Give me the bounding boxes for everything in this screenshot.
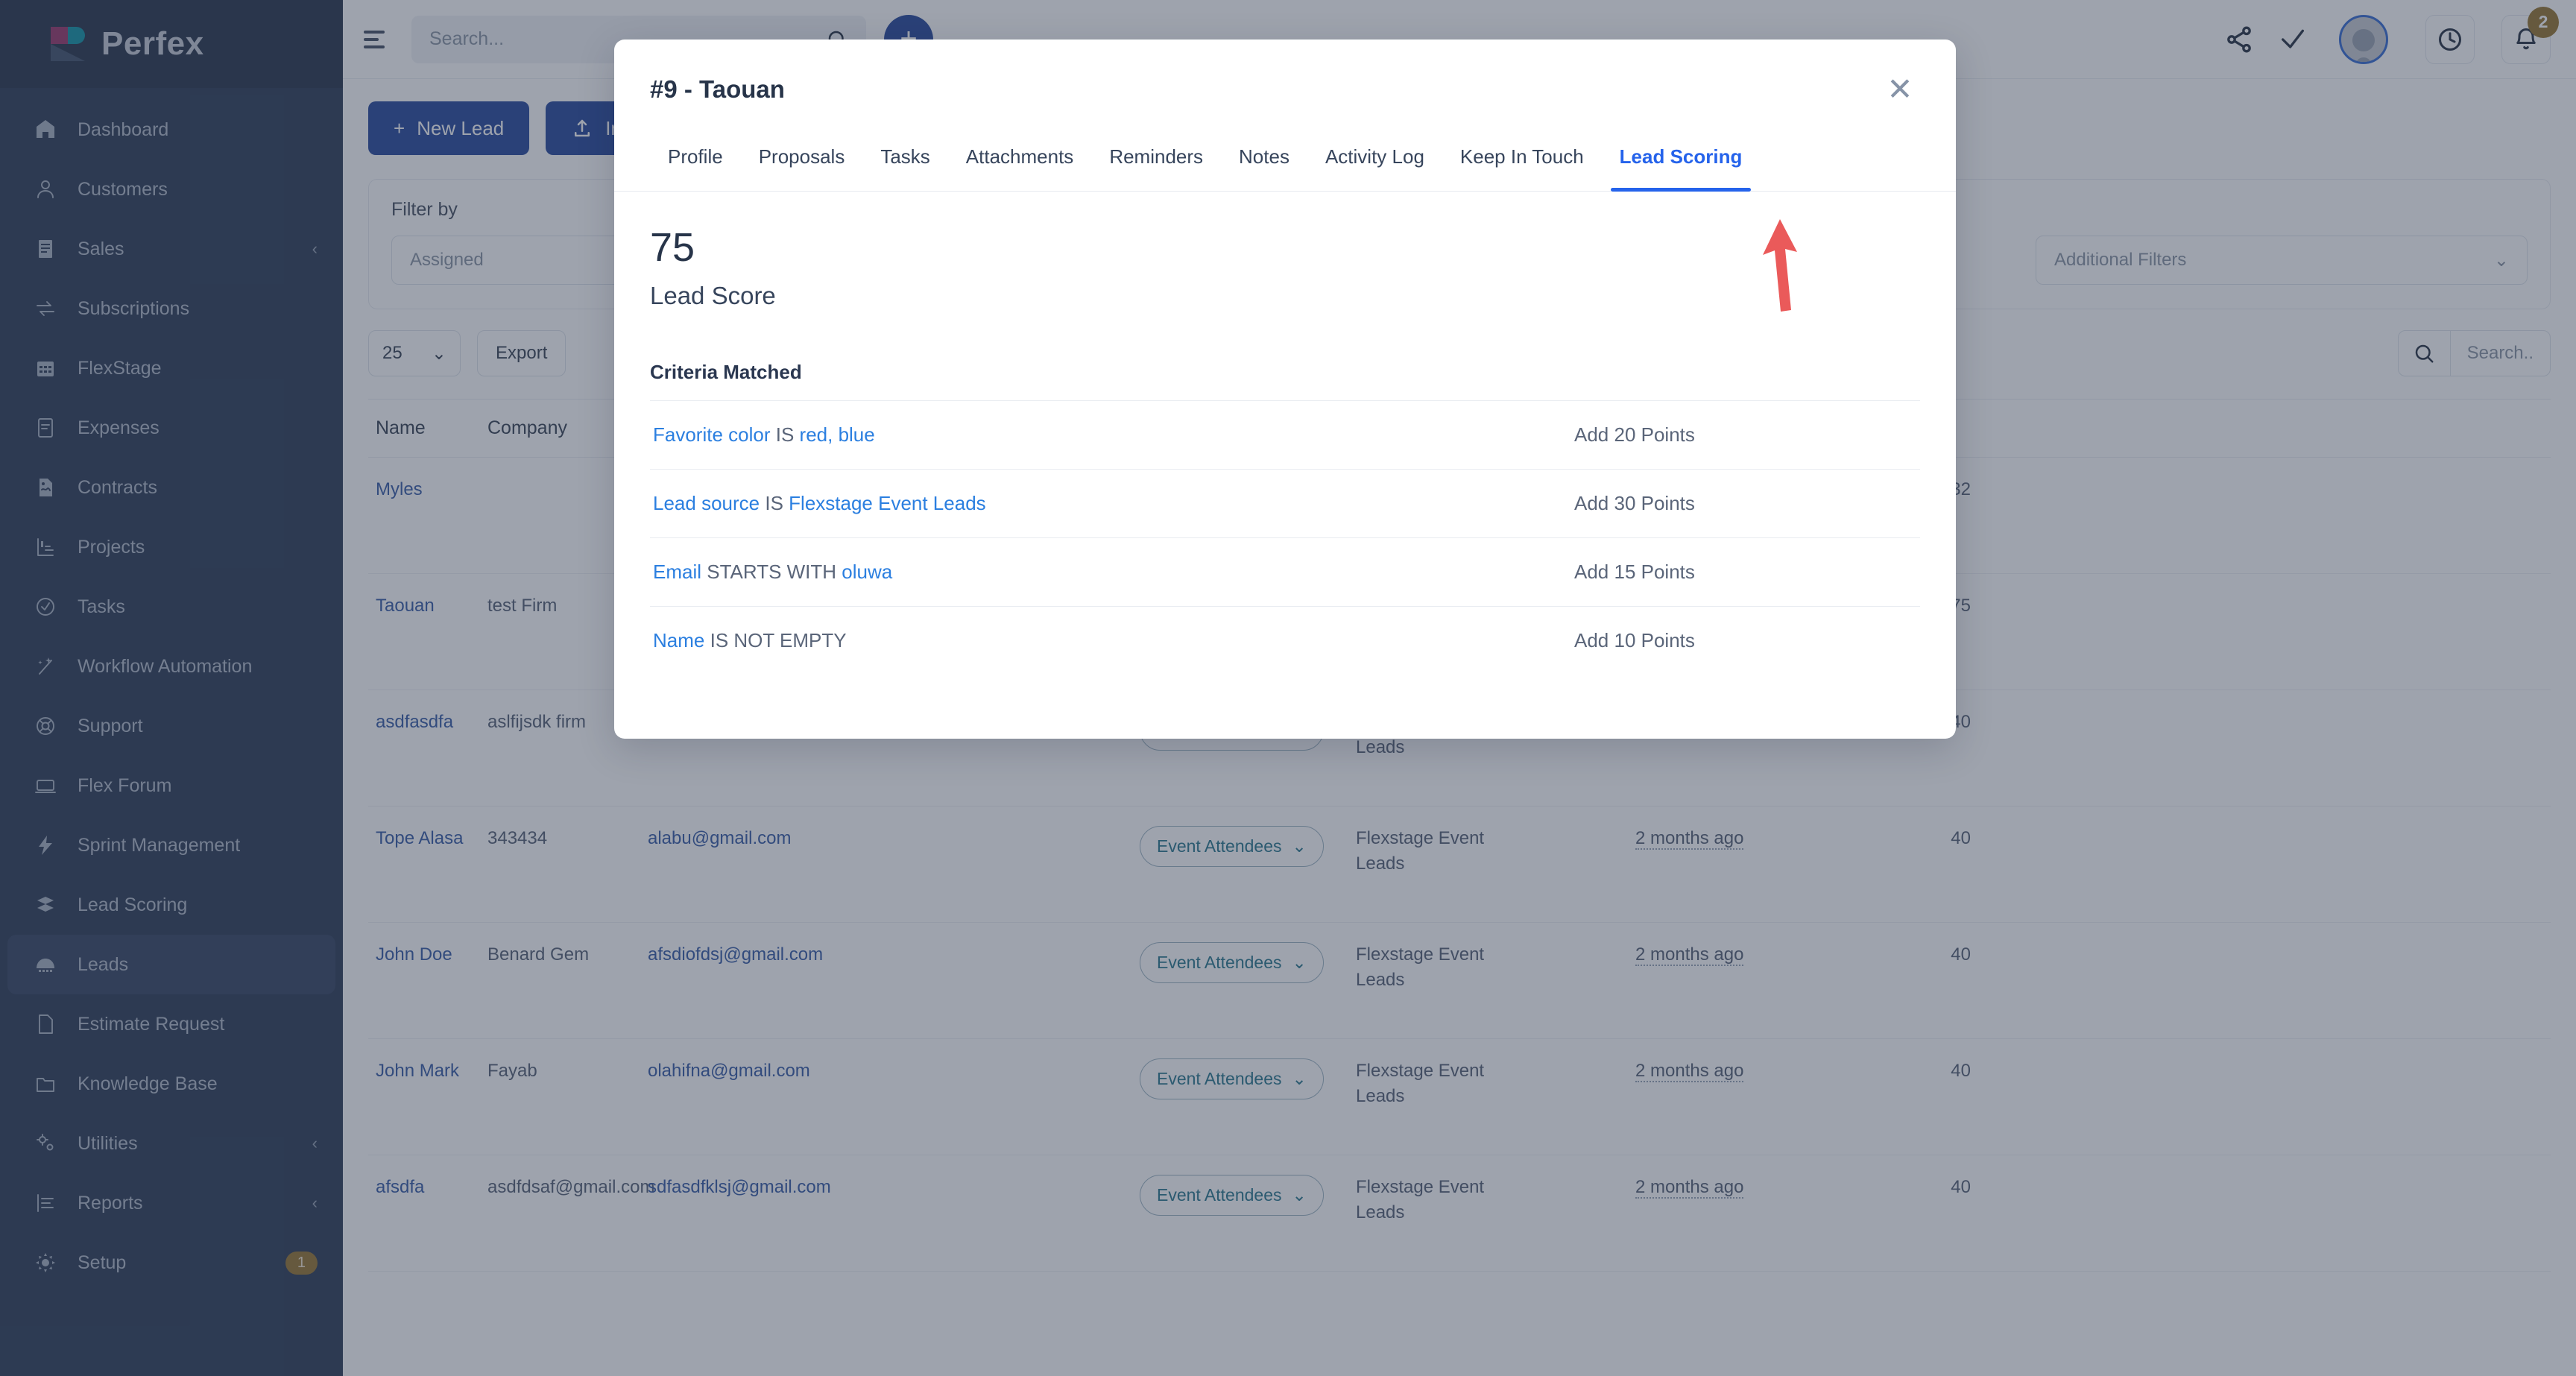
criteria-row: Lead source IS Flexstage Event Leads Add … (650, 469, 1920, 537)
criteria-value: Flexstage Event Leads (789, 492, 986, 514)
criteria-expression: Favorite color IS red, blue (653, 423, 875, 446)
criteria-field: Lead source (653, 492, 760, 514)
tab-notes[interactable]: Notes (1221, 135, 1307, 191)
modal-header: #9 - Taouan ✕ (614, 40, 1956, 135)
tab-profile[interactable]: Profile (650, 135, 741, 191)
criteria-points: Add 20 Points (1574, 423, 1917, 446)
tab-tasks[interactable]: Tasks (862, 135, 947, 191)
criteria-points: Add 15 Points (1574, 561, 1917, 584)
criteria-row: Name IS NOT EMPTY Add 10 Points (650, 606, 1920, 675)
criteria-value: oluwa (842, 561, 892, 583)
criteria-operator: IS (776, 423, 795, 446)
criteria-field: Favorite color (653, 423, 771, 446)
close-icon[interactable]: ✕ (1880, 69, 1920, 110)
criteria-operator: IS (765, 492, 783, 514)
tab-reminders[interactable]: Reminders (1091, 135, 1221, 191)
lead-scoring-panel: 75 Lead Score Criteria Matched Favorite … (614, 192, 1956, 739)
tab-attachments[interactable]: Attachments (948, 135, 1092, 191)
lead-detail-modal: #9 - Taouan ✕ ProfileProposalsTasksAttac… (614, 40, 1956, 739)
criteria-list: Favorite color IS red, blue Add 20 Points… (650, 400, 1920, 675)
criteria-matched-heading: Criteria Matched (650, 361, 1920, 384)
criteria-field: Email (653, 561, 701, 583)
lead-score-value: 75 (650, 226, 1920, 270)
modal-tabs: ProfileProposalsTasksAttachmentsReminder… (614, 135, 1956, 192)
lead-score-label: Lead Score (650, 282, 1920, 310)
tab-activity-log[interactable]: Activity Log (1307, 135, 1442, 191)
criteria-points: Add 10 Points (1574, 629, 1917, 652)
tab-lead-scoring[interactable]: Lead Scoring (1602, 135, 1761, 191)
criteria-row: Favorite color IS red, blue Add 20 Points (650, 400, 1920, 469)
criteria-value: red, blue (800, 423, 875, 446)
criteria-field: Name (653, 629, 704, 651)
criteria-operator: IS NOT EMPTY (710, 629, 847, 651)
tab-proposals[interactable]: Proposals (741, 135, 863, 191)
modal-title: #9 - Taouan (650, 75, 785, 104)
tab-keep-in-touch[interactable]: Keep In Touch (1442, 135, 1602, 191)
criteria-expression: Name IS NOT EMPTY (653, 629, 847, 652)
criteria-expression: Lead source IS Flexstage Event Leads (653, 492, 986, 515)
criteria-points: Add 30 Points (1574, 492, 1917, 515)
app-root: Perfex DashboardCustomersSales‹Subscript… (0, 0, 2576, 1376)
criteria-operator: STARTS WITH (707, 561, 836, 583)
criteria-row: Email STARTS WITH oluwa Add 15 Points (650, 537, 1920, 606)
criteria-expression: Email STARTS WITH oluwa (653, 561, 892, 584)
